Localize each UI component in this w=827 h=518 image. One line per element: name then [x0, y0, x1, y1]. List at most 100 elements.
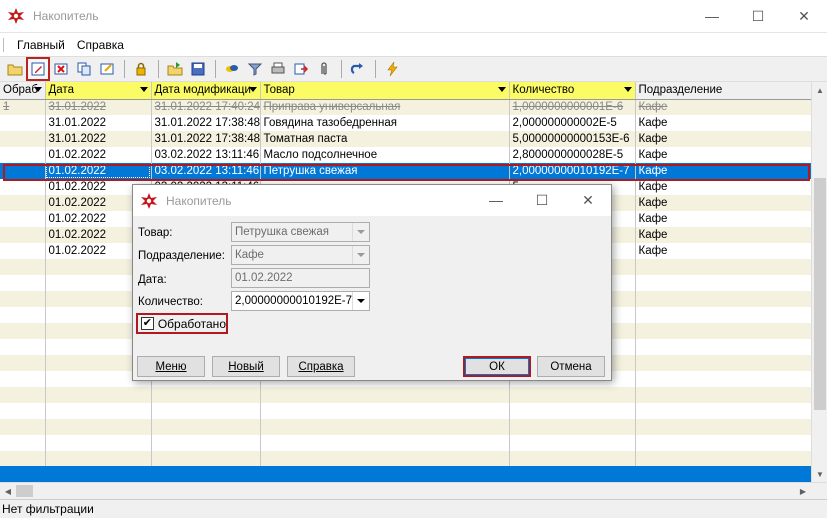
cell-department[interactable]: Кафе: [635, 243, 811, 259]
empty-cell: [635, 291, 811, 307]
empty-cell: [260, 451, 510, 467]
dialog-maximize-button[interactable]: ☐: [519, 185, 565, 215]
table-row[interactable]: 01.02.2022 03.02.2022 13:11:46 Петрушка св…: [0, 163, 811, 179]
table-row[interactable]: 1 31.01.2022 31.01.2022 17:40:24 Приправа у…: [0, 99, 811, 115]
cell-modified[interactable]: 31.01.2022 17:38:48: [151, 115, 261, 131]
cell-product[interactable]: Масло подсолнечное: [260, 147, 510, 163]
maximize-button[interactable]: ☐: [735, 0, 781, 32]
processed-checkbox[interactable]: ✔ Обработано: [136, 313, 228, 334]
ok-button[interactable]: ОК: [463, 356, 531, 377]
col-department[interactable]: Подразделение: [635, 82, 811, 100]
edit-icon[interactable]: [26, 57, 50, 81]
vertical-scroll-thumb[interactable]: [814, 178, 826, 410]
cell-product[interactable]: Петрушка свежая: [260, 163, 510, 179]
menu-main[interactable]: Главный: [11, 34, 71, 56]
cell-modified[interactable]: 31.01.2022 17:38:48: [151, 131, 261, 147]
cell-modified[interactable]: 31.01.2022 17:40:24: [151, 99, 261, 115]
cell-processed[interactable]: [0, 179, 46, 195]
scroll-left-icon[interactable]: ◀: [0, 483, 16, 499]
cell-department[interactable]: Кафе: [635, 227, 811, 243]
checkbox-check-icon[interactable]: ✔: [141, 317, 154, 330]
new-button[interactable]: Новый: [212, 356, 280, 377]
col-processed[interactable]: Обраб: [0, 82, 46, 100]
cell-date[interactable]: 31.01.2022: [45, 131, 152, 147]
cell-processed[interactable]: [0, 227, 46, 243]
load-icon[interactable]: [164, 58, 186, 80]
menu-grip: [3, 37, 5, 52]
empty-cell: [635, 387, 811, 403]
redo-icon[interactable]: [347, 58, 369, 80]
cell-quantity[interactable]: 5,00000000000153E-6: [509, 131, 636, 147]
col-quantity[interactable]: Количество: [509, 82, 636, 100]
cell-quantity[interactable]: 2,8000000000028E-5: [509, 147, 636, 163]
print-icon[interactable]: [267, 58, 289, 80]
cell-department[interactable]: Кафе: [635, 147, 811, 163]
cell-department[interactable]: Кафе: [635, 131, 811, 147]
help-button[interactable]: Справка: [287, 356, 355, 377]
cell-processed[interactable]: [0, 211, 46, 227]
col-date[interactable]: Дата: [45, 82, 152, 100]
export-icon[interactable]: [290, 58, 312, 80]
cell-date[interactable]: 31.01.2022: [45, 115, 152, 131]
close-button[interactable]: ✕: [781, 0, 827, 32]
minimize-button[interactable]: —: [689, 0, 735, 32]
col-product[interactable]: Товар: [260, 82, 510, 100]
cancel-button[interactable]: Отмена: [537, 356, 605, 377]
quantity-select[interactable]: 2,00000000010192E-7: [231, 291, 370, 311]
scroll-up-icon[interactable]: ▲: [812, 82, 827, 98]
menu-button[interactable]: Меню: [137, 356, 205, 377]
table-row[interactable]: 31.01.2022 31.01.2022 17:38:48 Говядина та…: [0, 115, 811, 131]
edit-list-icon[interactable]: [96, 58, 118, 80]
cell-quantity[interactable]: 1,0000000000001E-6: [509, 99, 636, 115]
empty-cell: [635, 259, 811, 275]
cell-department[interactable]: Кафе: [635, 99, 811, 115]
cell-quantity[interactable]: 2,000000000002E-5: [509, 115, 636, 131]
cell-processed[interactable]: [0, 163, 46, 179]
dialog-minimize-button[interactable]: —: [473, 185, 519, 215]
date-field[interactable]: 01.02.2022: [231, 268, 370, 288]
cell-processed[interactable]: [0, 147, 46, 163]
cell-department[interactable]: Кафе: [635, 163, 811, 179]
refresh-data-icon[interactable]: [221, 58, 243, 80]
save-icon[interactable]: [187, 58, 209, 80]
horizontal-scroll-thumb[interactable]: [16, 485, 33, 497]
cell-department[interactable]: Кафе: [635, 211, 811, 227]
scroll-down-icon[interactable]: ▼: [812, 466, 827, 482]
cell-modified[interactable]: 03.02.2022 13:11:46: [151, 147, 261, 163]
cell-date[interactable]: 31.01.2022: [45, 99, 152, 115]
cell-product[interactable]: Говядина тазобедренная: [260, 115, 510, 131]
lightning-icon[interactable]: [381, 58, 403, 80]
scroll-right-icon[interactable]: ▶: [795, 483, 811, 499]
attach-icon[interactable]: [313, 58, 335, 80]
cell-department[interactable]: Кафе: [635, 115, 811, 131]
cell-processed[interactable]: [0, 131, 46, 147]
cell-processed[interactable]: [0, 243, 46, 259]
table-row[interactable]: 01.02.2022 03.02.2022 13:11:46 Масло подсо…: [0, 147, 811, 163]
menu-help[interactable]: Справка: [71, 34, 130, 56]
vertical-scrollbar[interactable]: ▲ ▼: [811, 82, 827, 482]
cell-department[interactable]: Кафе: [635, 195, 811, 211]
lock-icon[interactable]: [130, 58, 152, 80]
dialog-close-button[interactable]: ✕: [565, 185, 611, 215]
folder-open-icon[interactable]: [4, 58, 26, 80]
delete-icon[interactable]: [50, 58, 72, 80]
cell-processed[interactable]: [0, 115, 46, 131]
col-modified[interactable]: Дата модификаци: [151, 82, 261, 100]
cell-processed[interactable]: 1: [0, 99, 46, 115]
horizontal-scrollbar[interactable]: ◀ ▶: [0, 482, 827, 499]
cell-modified[interactable]: 03.02.2022 13:11:46: [151, 163, 261, 179]
copy-icon[interactable]: [73, 58, 95, 80]
filter-icon[interactable]: [244, 58, 266, 80]
empty-cell: [635, 307, 811, 323]
cell-processed[interactable]: [0, 195, 46, 211]
product-select[interactable]: Петрушка свежая: [231, 222, 370, 242]
table-row[interactable]: 31.01.2022 31.01.2022 17:38:48 Томатная па…: [0, 131, 811, 147]
status-bar: Нет фильтрации: [0, 499, 827, 517]
cell-product[interactable]: Приправа универсальная: [260, 99, 510, 115]
cell-date[interactable]: 01.02.2022: [45, 163, 152, 179]
cell-date[interactable]: 01.02.2022: [45, 147, 152, 163]
department-select[interactable]: Кафе: [231, 245, 370, 265]
cell-product[interactable]: Томатная паста: [260, 131, 510, 147]
cell-quantity[interactable]: 2,00000000010192E-7: [509, 163, 636, 179]
cell-department[interactable]: Кафе: [635, 179, 811, 195]
